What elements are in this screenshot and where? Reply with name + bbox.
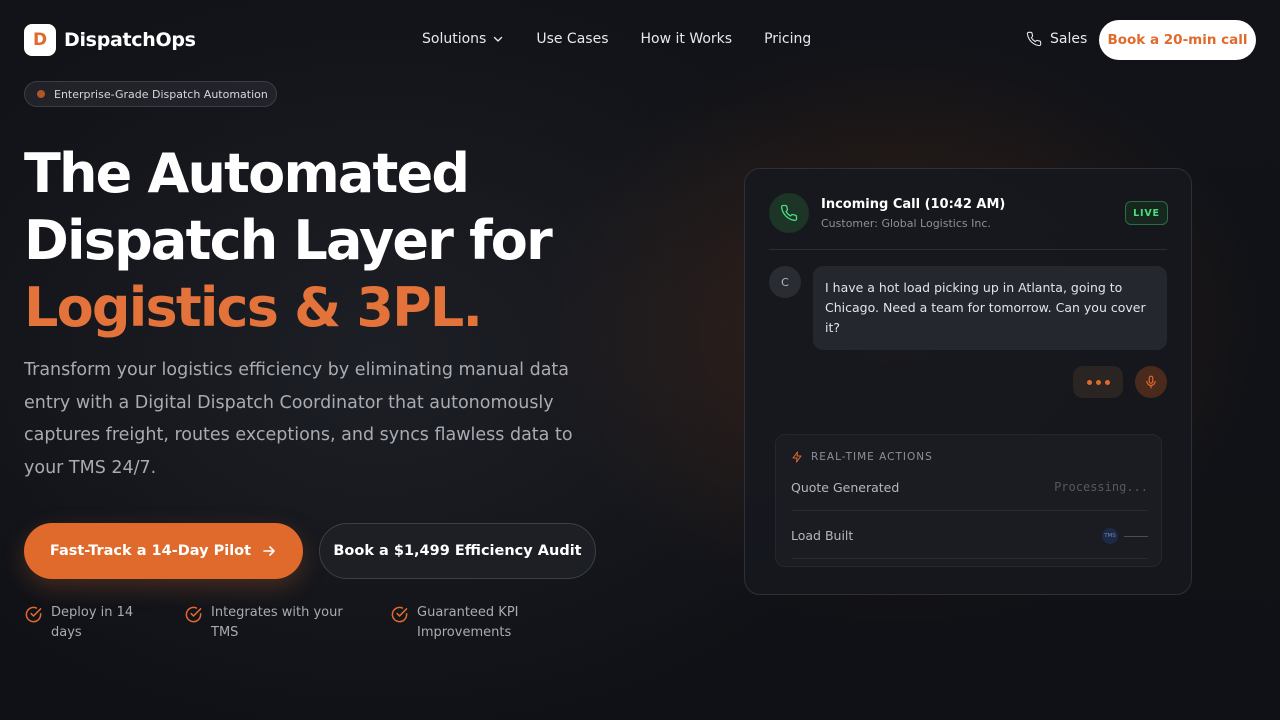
feature-integrates-label: Integrates with your TMS	[211, 605, 343, 640]
typing-dot	[1086, 379, 1092, 385]
pilot-button-label: Fast-Track a 14-Day Pilot	[49, 543, 252, 559]
action-divider	[791, 510, 1148, 511]
pilot-button[interactable]: Fast-Track a 14-Day Pilot	[24, 523, 303, 579]
incoming-call-card: Incoming Call (10:42 AM) Customer: Globa…	[744, 168, 1192, 595]
nav-solutions-label: Solutions	[422, 31, 487, 47]
check-circle-icon	[391, 606, 408, 623]
nav-pricing[interactable]: Pricing	[764, 31, 811, 47]
hero-title-accent: Logistics & 3PL.	[24, 276, 483, 339]
logo-mark: D	[24, 24, 56, 56]
phone-icon	[1026, 31, 1042, 47]
chevron-down-icon	[494, 36, 503, 42]
actions-header: REAL-TIME ACTIONS	[791, 451, 933, 463]
typing-dot	[1104, 379, 1110, 385]
badge-text: Enterprise-Grade Dispatch Automation	[54, 87, 268, 101]
action-load-status: TMS	[1102, 528, 1148, 544]
feature-kpi-label: Guaranteed KPI Improvements	[417, 605, 519, 640]
feature-integrates: Integrates with your TMS	[184, 603, 344, 643]
brand-logo[interactable]: D DispatchOps	[24, 24, 196, 56]
brand-name: DispatchOps	[64, 29, 196, 51]
actions-header-label: REAL-TIME ACTIONS	[811, 451, 933, 463]
feature-deploy: Deploy in 14 days	[24, 603, 144, 643]
card-divider	[769, 249, 1167, 250]
sales-label: Sales	[1050, 31, 1088, 47]
tms-chip: TMS	[1102, 528, 1118, 544]
call-phone-badge	[769, 193, 809, 233]
action-row-quote: Quote Generated Processing...	[791, 480, 1148, 511]
microphone-button[interactable]	[1135, 366, 1167, 398]
phone-icon	[780, 204, 798, 222]
arrow-right-icon	[263, 546, 275, 556]
typing-indicator	[1073, 366, 1123, 398]
top-nav: D DispatchOps Solutions Use Cases How it…	[0, 0, 1280, 80]
live-badge: LIVE	[1125, 201, 1168, 225]
feature-deploy-label: Deploy in 14 days	[51, 605, 134, 640]
action-load-label: Load Built	[791, 528, 854, 543]
book-call-button[interactable]: Book a 20-min call	[1099, 20, 1256, 60]
hero-title-line-1: The Automated	[24, 142, 470, 205]
action-row-load: Load Built TMS	[791, 528, 1148, 559]
pending-dash	[1124, 535, 1148, 537]
hero-subtitle: Transform your logistics efficiency by e…	[24, 360, 573, 478]
typing-dot	[1095, 379, 1101, 385]
customer-message: I have a hot load picking up in Atlanta,…	[813, 266, 1167, 350]
action-divider	[791, 558, 1148, 559]
nav-solutions[interactable]: Solutions	[422, 31, 504, 47]
lightning-icon	[792, 451, 802, 463]
nav-links: Solutions Use Cases How it Works Pricing	[422, 31, 843, 47]
feature-kpi: Guaranteed KPI Improvements	[390, 603, 540, 643]
check-circle-icon	[185, 606, 202, 623]
nav-how-it-works[interactable]: How it Works	[641, 31, 733, 47]
check-circle-icon	[25, 606, 42, 623]
customer-avatar: C	[769, 266, 801, 298]
call-title: Incoming Call (10:42 AM)	[821, 197, 1006, 212]
nav-use-cases[interactable]: Use Cases	[536, 31, 608, 47]
action-quote-status: Processing...	[1054, 480, 1148, 494]
realtime-actions-panel: REAL-TIME ACTIONS Quote Generated Proces…	[775, 434, 1162, 567]
hero-title-line-2: Dispatch Layer for	[24, 209, 553, 272]
audit-button[interactable]: Book a $1,499 Efficiency Audit	[319, 523, 596, 579]
call-customer: Customer: Global Logistics Inc.	[821, 217, 991, 230]
sales-link[interactable]: Sales	[1026, 31, 1087, 47]
microphone-icon	[1146, 375, 1156, 389]
action-quote-label: Quote Generated	[791, 480, 900, 495]
hero-badge: Enterprise-Grade Dispatch Automation	[24, 81, 277, 107]
badge-dot	[37, 90, 45, 98]
hero-title: The Automated Dispatch Layer for Logisti…	[24, 140, 553, 341]
